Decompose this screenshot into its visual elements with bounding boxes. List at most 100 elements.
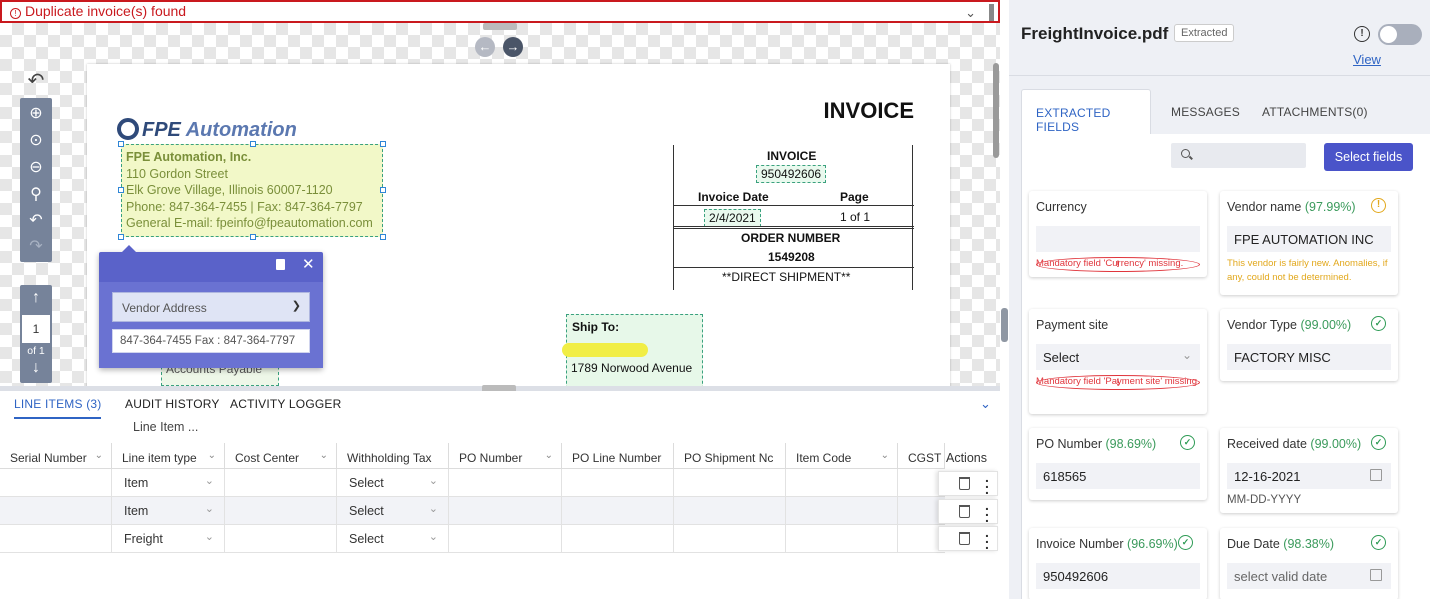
- tab-activity-logger[interactable]: ACTIVITY LOGGER: [230, 397, 341, 411]
- column-header[interactable]: Serial Number ⌄: [0, 443, 112, 469]
- resize-handle[interactable]: [118, 234, 124, 240]
- tab-extracted-fields[interactable]: EXTRACTED FIELDS: [1021, 89, 1151, 135]
- cell-line-type[interactable]: Freight ⌄: [112, 525, 225, 553]
- close-icon[interactable]: ✕: [302, 255, 315, 273]
- trash-icon[interactable]: [959, 532, 970, 545]
- trash-icon[interactable]: [276, 259, 285, 270]
- vendor-name-input[interactable]: FPE AUTOMATION INC: [1227, 226, 1391, 252]
- payment-site-select[interactable]: Select ⌄: [1036, 344, 1200, 370]
- calendar-icon[interactable]: [1370, 469, 1382, 481]
- undo-icon[interactable]: ↶: [26, 211, 46, 231]
- invoice-number-input[interactable]: 950492606: [1036, 563, 1200, 589]
- resize-handle[interactable]: [380, 187, 386, 193]
- cell-withholding-tax[interactable]: Select ⌄: [337, 525, 449, 553]
- tab-line-items[interactable]: LINE ITEMS (3): [14, 397, 102, 419]
- previous-document-button[interactable]: ←: [475, 37, 495, 57]
- more-vertical-icon[interactable]: ...: [985, 525, 989, 551]
- cell-po-line[interactable]: [562, 525, 674, 553]
- column-header[interactable]: Cost Center ⌄: [225, 443, 337, 469]
- cell-cost-center[interactable]: [225, 525, 337, 553]
- resize-handle[interactable]: [380, 234, 386, 240]
- redo-icon[interactable]: ↷: [26, 237, 46, 257]
- po-number-input[interactable]: 618565: [1036, 463, 1200, 489]
- chevron-down-icon[interactable]: ⌄: [965, 3, 976, 22]
- cell-withholding-tax[interactable]: Select ⌄: [337, 469, 449, 497]
- more-vertical-icon[interactable]: ...: [985, 498, 989, 524]
- due-date-input[interactable]: select valid date: [1227, 563, 1391, 589]
- cell-withholding-tax[interactable]: Select ⌄: [337, 497, 449, 525]
- column-header[interactable]: PO Shipment Nc: [674, 443, 786, 469]
- column-header[interactable]: Withholding Tax: [337, 443, 449, 469]
- undo-icon[interactable]: ↶: [20, 68, 52, 94]
- row-action-group: ...: [938, 525, 998, 551]
- chevron-down-icon[interactable]: ⌄: [980, 396, 991, 412]
- arrow-up-icon[interactable]: ↑: [26, 289, 46, 309]
- cell-po-shipment[interactable]: [674, 497, 786, 525]
- zoom-in-icon[interactable]: ⊕: [26, 104, 46, 124]
- cell-serial[interactable]: [0, 497, 112, 525]
- table-row[interactable]: Freight ⌄ Select ⌄: [0, 525, 945, 553]
- info-icon[interactable]: !: [1354, 26, 1370, 42]
- fit-page-icon[interactable]: ⊙: [26, 131, 46, 151]
- table-row[interactable]: Item ⌄ Select ⌄: [0, 497, 945, 525]
- cell-item-code[interactable]: [786, 525, 898, 553]
- column-header[interactable]: PO Line Number: [562, 443, 674, 469]
- cell-item-code[interactable]: [786, 469, 898, 497]
- field-search[interactable]: [1171, 143, 1306, 168]
- banner-scrollbar[interactable]: [989, 4, 994, 21]
- duplicate-invoice-banner[interactable]: ! Duplicate invoice(s) found ⌄: [0, 0, 1000, 23]
- currency-input[interactable]: [1036, 226, 1200, 252]
- field-type-select[interactable]: Vendor Address ❯: [112, 292, 310, 322]
- cell-serial[interactable]: [0, 525, 112, 553]
- arrow-down-icon[interactable]: ↓: [26, 359, 46, 379]
- resize-handle-vertical[interactable]: [1001, 308, 1008, 342]
- cell-item-code[interactable]: [786, 497, 898, 525]
- column-header[interactable]: Line item type ⌄: [112, 443, 225, 469]
- cell-po-number[interactable]: [449, 469, 562, 497]
- vendor-address-highlight[interactable]: FPE Automation, Inc. 110 Gordon Street E…: [118, 141, 386, 240]
- table-row[interactable]: Item ⌄ Select ⌄: [0, 469, 945, 497]
- invoice-number-highlight[interactable]: 950492606: [756, 165, 827, 183]
- resize-handle[interactable]: [250, 141, 256, 147]
- select-fields-button[interactable]: Select fields: [1324, 143, 1413, 171]
- resize-handle-top[interactable]: [483, 23, 517, 30]
- search-icon[interactable]: ⚲: [26, 185, 46, 205]
- cell-po-shipment[interactable]: [674, 469, 786, 497]
- trash-icon[interactable]: [959, 477, 970, 490]
- vendor-type-input[interactable]: FACTORY MISC: [1227, 344, 1391, 370]
- search-input[interactable]: [1197, 143, 1302, 168]
- page-number-input[interactable]: 1: [22, 315, 50, 343]
- cell-cost-center[interactable]: [225, 497, 337, 525]
- tab-audit-history[interactable]: AUDIT HISTORY: [125, 397, 220, 411]
- resize-handle[interactable]: [250, 234, 256, 240]
- column-header[interactable]: Item Code ⌄: [786, 443, 898, 469]
- invoice-date-highlight[interactable]: 2/4/2021: [704, 209, 761, 227]
- divider: [1009, 75, 1430, 76]
- cell-po-number[interactable]: [449, 497, 562, 525]
- view-toggle[interactable]: [1378, 24, 1422, 45]
- tab-attachments[interactable]: ATTACHMENTS(0): [1262, 105, 1368, 119]
- cell-po-line[interactable]: [562, 497, 674, 525]
- cell-serial[interactable]: [0, 469, 112, 497]
- calendar-icon[interactable]: [1370, 569, 1382, 581]
- tab-messages[interactable]: MESSAGES: [1171, 105, 1240, 119]
- received-date-input[interactable]: 12-16-2021: [1227, 463, 1391, 489]
- cell-line-type[interactable]: Item ⌄: [112, 497, 225, 525]
- field-value-input[interactable]: 847-364-7455 Fax : 847-364-7797: [112, 329, 310, 353]
- column-header[interactable]: PO Number ⌄: [449, 443, 562, 469]
- zoom-out-icon[interactable]: ⊖: [26, 158, 46, 178]
- trash-icon[interactable]: [959, 505, 970, 518]
- vendor-line: 110 Gordon Street: [126, 166, 228, 181]
- resize-handle[interactable]: [380, 141, 386, 147]
- next-document-button[interactable]: →: [503, 37, 523, 57]
- resize-handle[interactable]: [118, 187, 124, 193]
- cell-po-number[interactable]: [449, 525, 562, 553]
- cell-po-line[interactable]: [562, 469, 674, 497]
- cell-po-shipment[interactable]: [674, 525, 786, 553]
- more-vertical-icon[interactable]: ...: [985, 470, 989, 496]
- cell-line-type[interactable]: Item ⌄: [112, 469, 225, 497]
- view-link[interactable]: View: [1353, 52, 1381, 67]
- cell-cost-center[interactable]: [225, 469, 337, 497]
- viewer-scrollbar[interactable]: [993, 63, 999, 158]
- resize-handle[interactable]: [118, 141, 124, 147]
